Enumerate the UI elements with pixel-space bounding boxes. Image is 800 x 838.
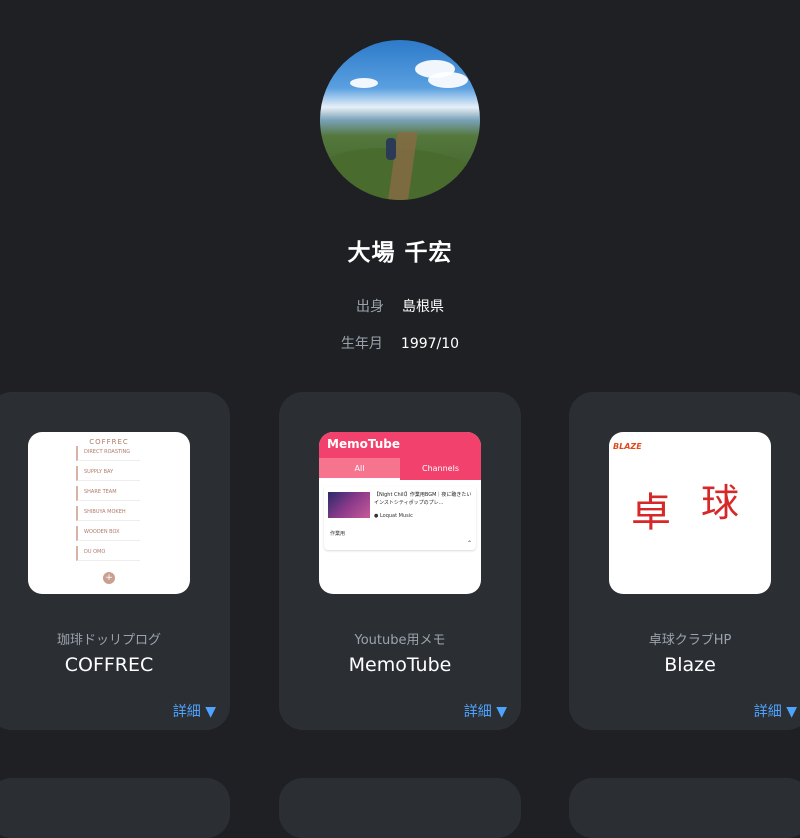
coffrec-row-label: SUPPLY BAY [84,469,114,475]
work-subtitle: 珈琲ドッリプログ [56,633,161,648]
work-card-next[interactable] [569,778,800,838]
work-card-next[interactable] [0,778,230,838]
work-subtitle: 卓球クラブHP [648,633,732,648]
cloud-shape [350,78,378,88]
plus-icon: + [103,572,115,584]
hometown-label: 出身 [356,299,384,315]
coffrec-thumb-row: WOODEN BOX [76,526,140,541]
profile-avatar [320,40,480,200]
details-toggle[interactable]: 詳細 ▼ [464,701,507,721]
birth-value: 1997/10 [400,336,460,352]
details-toggle[interactable]: 詳細 ▼ [754,701,797,721]
coffrec-row-label: DIRECT ROASTING [84,449,131,455]
coffrec-thumb-row: DIRECT ROASTING [76,446,140,461]
profile-name: 大場 千宏 [347,240,453,266]
memotube-tab-channels: Channels [421,464,459,473]
channel-name-text: Loquat Music [379,513,413,519]
work-title: MemoTube [348,654,452,676]
cloud-shape [428,72,468,88]
memotube-logo: MemoTube [327,437,400,451]
work-card-blaze[interactable]: BLAZE 卓 球 強く、楽しく、騒がしく 卓球クラブHP Blaze 詳細 ▼ [569,392,800,730]
work-title: COFFREC [64,654,154,676]
memotube-tabs: All Channels [319,458,481,480]
coffrec-row-label: WOODEN BOX [84,529,120,535]
work-title: Blaze [664,654,716,676]
chevron-up-icon: ⌃ [466,540,472,547]
video-thumbnail-image [328,492,370,518]
video-title: 【Night Chill】作業用BGM｜夜に聴きたいインストシティポップのプレ.… [374,492,472,506]
blaze-thumbnail[interactable]: BLAZE 卓 球 強く、楽しく、騒がしく [609,432,771,594]
memotube-tab-all: All [319,458,400,480]
channel-name: ● Loquat Music [374,513,413,519]
coffrec-thumb-row: SUPPLY BAY [76,466,140,481]
memotube-thumbnail[interactable]: MemoTube All Channels 【Night Chill】作業用BG… [319,432,481,594]
memotube-header: MemoTube [319,432,481,458]
details-toggle[interactable]: 詳細 ▼ [173,701,216,721]
coffrec-thumb-row: SHARE TEAM [76,486,140,501]
blaze-tagline: 強く、楽しく、騒がしく [609,566,771,586]
coffrec-thumb-logo: COFFREC [89,438,129,446]
blaze-char-kyu: 球 [685,468,755,538]
work-card-memotube[interactable]: MemoTube All Channels 【Night Chill】作業用BG… [279,392,521,730]
coffrec-row-label: SHARE TEAM [84,489,117,495]
work-card-next[interactable] [279,778,521,838]
coffrec-thumbnail[interactable]: COFFREC DIRECT ROASTING SUPPLY BAY SHARE… [28,432,190,594]
hometown-value: 島根県 [402,299,444,315]
blaze-char-taku: 卓 [631,490,671,536]
memotube-video-card: 【Night Chill】作業用BGM｜夜に聴きたいインストシティポップのプレ.… [324,486,476,550]
coffrec-thumb-row: SHIBUYA MOKEH [76,506,140,521]
coffrec-thumb-row: DU OMO [76,546,140,561]
blaze-logo: BLAZE [613,442,642,451]
coffrec-row-label: DU OMO [84,549,106,555]
memo-tag: 作業用 [330,531,346,537]
hometown-row: 出身 島根県 [0,296,800,316]
birth-label: 生年月 [340,336,383,352]
coffrec-row-label: SHIBUYA MOKEH [84,509,126,515]
work-card-coffrec[interactable]: COFFREC DIRECT ROASTING SUPPLY BAY SHARE… [0,392,230,730]
work-subtitle: Youtube用メモ [354,633,446,648]
birth-row: 生年月 1997/10 [0,333,800,353]
hiker-figure [386,138,396,160]
